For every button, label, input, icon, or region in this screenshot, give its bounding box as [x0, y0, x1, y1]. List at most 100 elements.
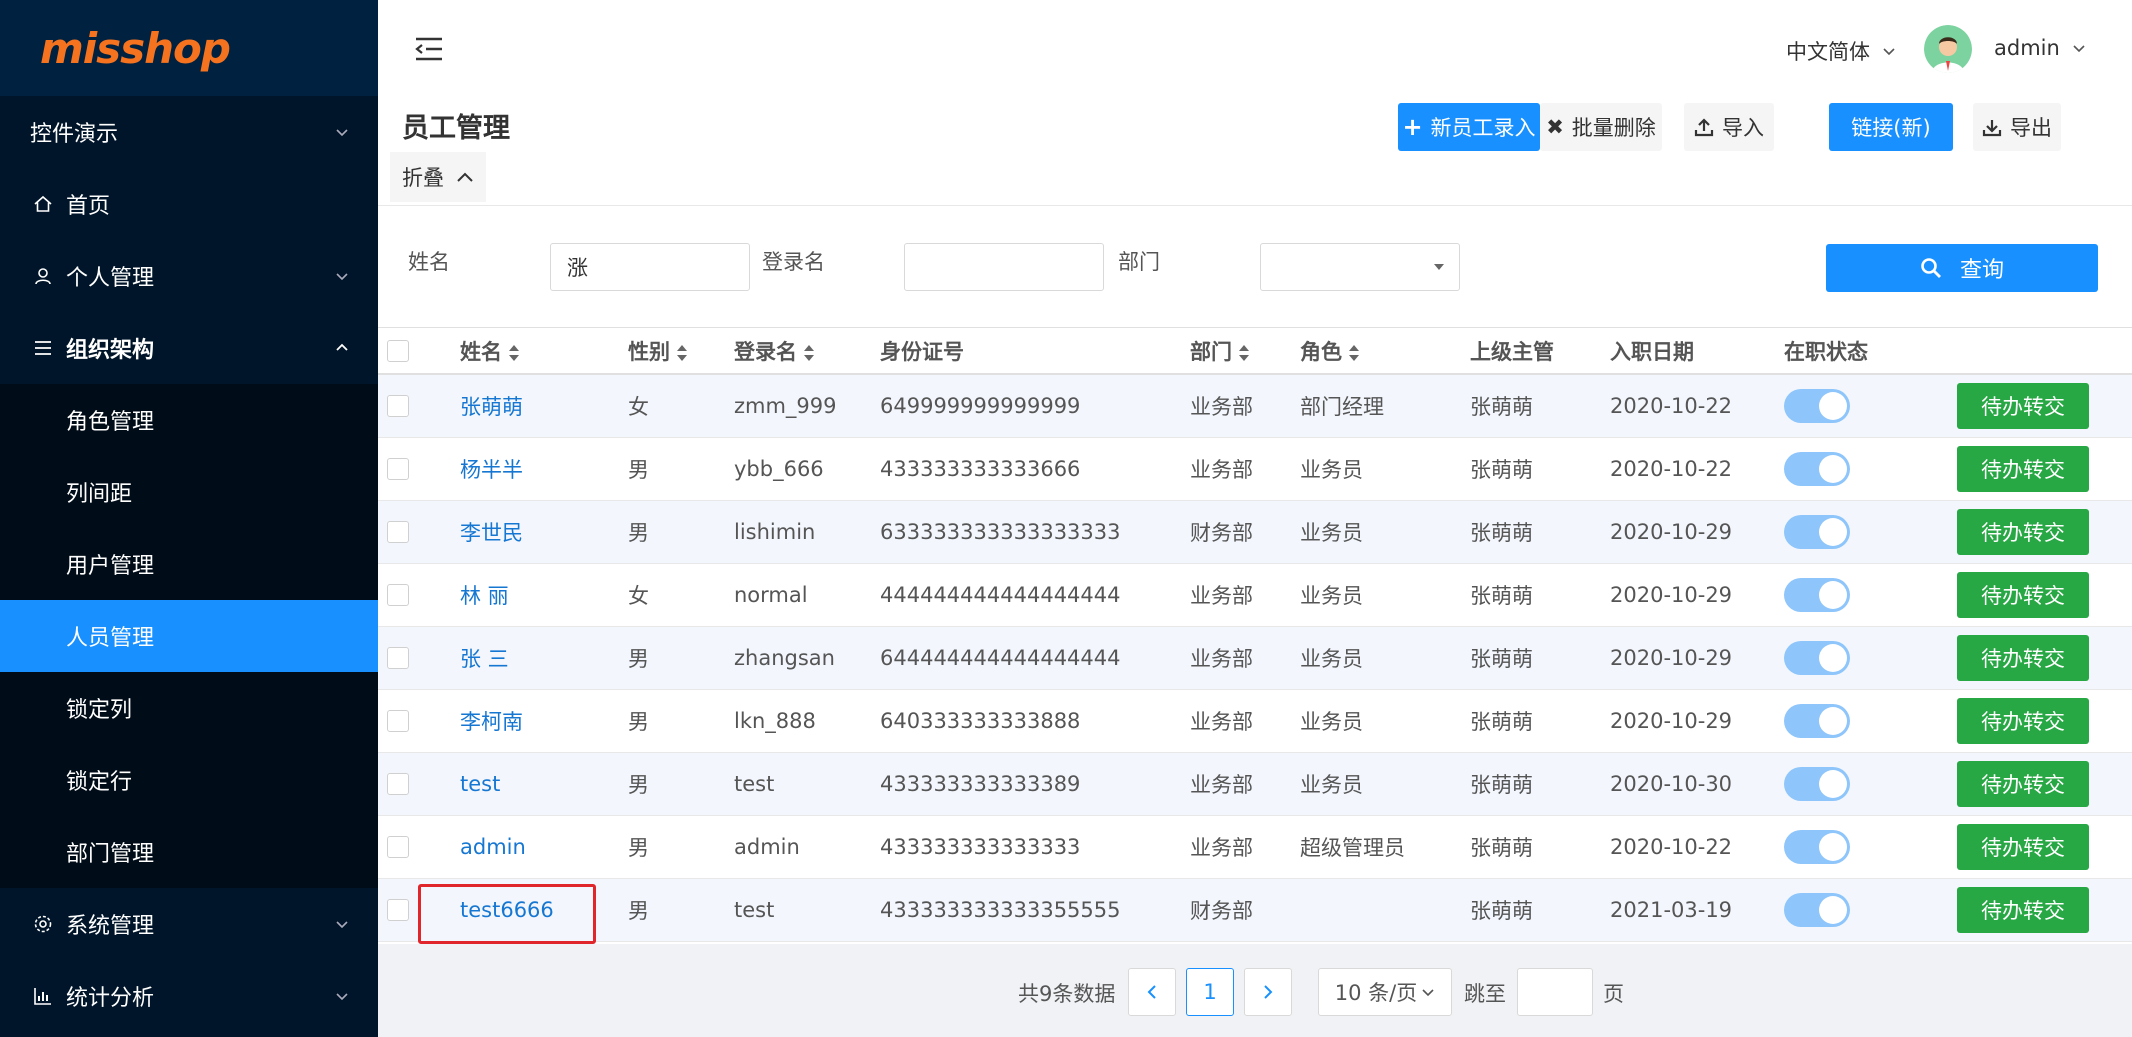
sidebar-item-org[interactable]: 组织架构	[0, 312, 378, 384]
login-filter-input[interactable]	[904, 243, 1104, 291]
chevron-down-icon	[334, 988, 350, 1004]
new-employee-button[interactable]: + 新员工录入	[1398, 103, 1540, 151]
cell-name[interactable]: 张萌萌	[460, 391, 523, 421]
cell-id: 433333333333666	[880, 457, 1081, 481]
status-toggle[interactable]	[1784, 830, 1850, 864]
cell-date: 2020-10-29	[1610, 520, 1733, 544]
language-select[interactable]: 中文简体	[1786, 36, 1896, 66]
status-toggle[interactable]	[1784, 452, 1850, 486]
transfer-todo-button[interactable]: 待办转交	[1957, 509, 2089, 555]
status-cell	[1784, 641, 1850, 675]
cell-name[interactable]: 张 三	[460, 643, 509, 673]
header-dept[interactable]: 部门	[1190, 336, 1250, 366]
status-toggle[interactable]	[1784, 389, 1850, 423]
cell-gender: 男	[628, 458, 649, 482]
sidebar-item-stats[interactable]: 统计分析	[0, 960, 378, 1032]
status-toggle[interactable]	[1784, 893, 1850, 927]
query-button[interactable]: 查询	[1826, 244, 2098, 292]
status-toggle[interactable]	[1784, 641, 1850, 675]
page-size-select[interactable]: 10 条/页	[1318, 968, 1452, 1016]
sort-icon	[509, 344, 519, 361]
select-all-checkbox[interactable]	[387, 339, 409, 362]
sidebar-item-role-mgmt[interactable]: 角色管理	[0, 384, 378, 456]
sidebar-item-label: 用户管理	[66, 554, 155, 579]
row-checkbox[interactable]	[387, 899, 409, 921]
row-checkbox[interactable]	[387, 836, 409, 858]
chevron-right-icon	[1264, 985, 1273, 999]
cell-manager: 张萌萌	[1470, 836, 1533, 860]
link-new-button[interactable]: 链接(新)	[1829, 103, 1953, 151]
header-name[interactable]: 姓名	[460, 336, 520, 366]
cell-name[interactable]: 李柯南	[460, 706, 523, 736]
gear-icon	[30, 911, 56, 937]
name-filter-input[interactable]	[550, 243, 750, 291]
cell-name[interactable]: admin	[460, 835, 526, 859]
sidebar-item-dept-mgmt[interactable]: 部门管理	[0, 816, 378, 888]
table-body: 张萌萌女 zmm_999 649999999999999 业务部 部门经理 张萌萌 2020…	[378, 375, 2132, 942]
cell-dept: 业务部	[1190, 836, 1253, 860]
sidebar-item-system[interactable]: 系统管理	[0, 888, 378, 960]
jump-page-input[interactable]	[1517, 968, 1593, 1016]
row-checkbox[interactable]	[387, 710, 409, 732]
cell-name[interactable]: 林 丽	[460, 580, 509, 610]
batch-delete-label: 批量删除	[1571, 116, 1656, 140]
status-toggle[interactable]	[1784, 704, 1850, 738]
collapse-filters-button[interactable]: 折叠	[390, 152, 486, 202]
transfer-todo-button[interactable]: 待办转交	[1957, 635, 2089, 681]
import-button[interactable]: 导入	[1684, 103, 1774, 151]
header-login[interactable]: 登录名	[734, 336, 815, 366]
transfer-todo-button[interactable]: 待办转交	[1957, 446, 2089, 492]
row-checkbox[interactable]	[387, 458, 409, 480]
row-checkbox[interactable]	[387, 773, 409, 795]
transfer-todo-button[interactable]: 待办转交	[1957, 572, 2089, 618]
prev-page-button[interactable]	[1128, 968, 1176, 1016]
export-button[interactable]: 导出	[1973, 103, 2061, 151]
sidebar-item-home[interactable]: 首页	[0, 168, 378, 240]
row-checkbox[interactable]	[387, 584, 409, 606]
cell-date: 2020-10-29	[1610, 709, 1733, 733]
logo[interactable]: misshop	[0, 0, 378, 96]
sidebar-item-label: 角色管理	[66, 410, 155, 435]
transfer-todo-button[interactable]: 待办转交	[1957, 383, 2089, 429]
home-icon	[30, 191, 56, 217]
transfer-todo-button[interactable]: 待办转交	[1957, 887, 2089, 933]
sidebar-item-lock-column[interactable]: 锁定列	[0, 672, 378, 744]
header-role[interactable]: 角色	[1300, 336, 1360, 366]
header-gender[interactable]: 性别	[628, 336, 688, 366]
transfer-todo-button[interactable]: 待办转交	[1957, 761, 2089, 807]
sidebar-item-user-mgmt[interactable]: 用户管理	[0, 528, 378, 600]
table-row: 张 三 男 zhangsan 644444444444444444 业务部 业务员 张萌萌 2…	[378, 627, 2132, 690]
cell-gender: 男	[628, 773, 649, 797]
avatar[interactable]	[1924, 25, 1972, 73]
sidebar-item-column-spacing[interactable]: 列间距	[0, 456, 378, 528]
status-toggle[interactable]	[1784, 578, 1850, 612]
cell-name[interactable]: 李世民	[460, 517, 523, 547]
row-checkbox[interactable]	[387, 521, 409, 543]
cell-date: 2020-10-22	[1610, 394, 1733, 418]
page-1-button[interactable]: 1	[1186, 968, 1234, 1016]
cell-gender: 女	[628, 584, 649, 608]
user-menu[interactable]: admin	[1994, 36, 2086, 60]
status-toggle[interactable]	[1784, 767, 1850, 801]
row-checkbox[interactable]	[387, 395, 409, 417]
sidebar-item-controls-demo[interactable]: 控件演示	[0, 96, 378, 168]
cell-login: ybb_666	[734, 457, 824, 481]
cell-name[interactable]: test6666	[460, 898, 554, 922]
transfer-todo-button[interactable]: 待办转交	[1957, 824, 2089, 870]
dept-filter-select[interactable]	[1260, 243, 1460, 291]
cell-name[interactable]: test	[460, 772, 500, 796]
transfer-todo-button[interactable]: 待办转交	[1957, 698, 2089, 744]
cell-date: 2020-10-29	[1610, 583, 1733, 607]
cell-gender: 男	[628, 710, 649, 734]
sidebar-item-staff-mgmt[interactable]: 人员管理	[0, 600, 378, 672]
batch-delete-button[interactable]: ✖ 批量删除	[1540, 103, 1662, 151]
cell-name[interactable]: 杨半半	[460, 454, 523, 484]
sidebar-item-personal[interactable]: 个人管理	[0, 240, 378, 312]
cell-id: 644444444444444444	[880, 646, 1121, 670]
row-checkbox[interactable]	[387, 647, 409, 669]
collapse-label: 折叠	[402, 166, 444, 190]
menu-fold-icon[interactable]	[414, 36, 444, 62]
sidebar-item-lock-row[interactable]: 锁定行	[0, 744, 378, 816]
status-toggle[interactable]	[1784, 515, 1850, 549]
next-page-button[interactable]	[1244, 968, 1292, 1016]
